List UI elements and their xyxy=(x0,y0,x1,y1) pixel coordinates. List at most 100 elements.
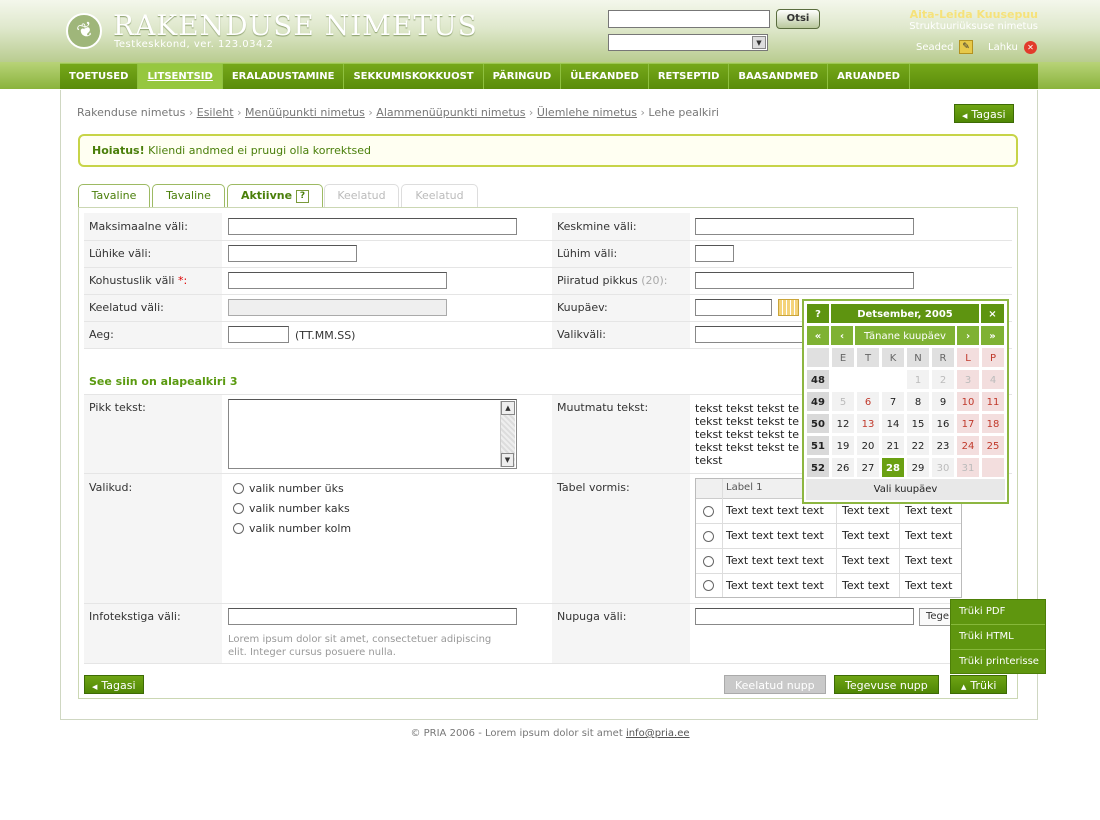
table-row-radio[interactable] xyxy=(703,531,714,542)
nav-item-ulekanded[interactable]: ÜLEKANDED xyxy=(561,64,649,89)
calendar-day[interactable]: 7 xyxy=(881,391,905,412)
select-field-input[interactable] xyxy=(695,326,805,343)
next-month-button[interactable]: › xyxy=(956,325,980,346)
scroll-down-icon[interactable]: ▼ xyxy=(501,453,514,467)
mid-field-input[interactable] xyxy=(695,218,914,235)
radio-option-3[interactable]: valik number kolm xyxy=(233,522,351,535)
calendar-day[interactable]: 28 xyxy=(881,457,905,478)
calendar-day[interactable]: 2 xyxy=(931,369,955,390)
nav-item-aruanded[interactable]: ARUANDED xyxy=(828,64,910,89)
calendar-day[interactable]: 29 xyxy=(906,457,930,478)
calendar-day[interactable]: 10 xyxy=(956,391,980,412)
calendar-help-button[interactable]: ? xyxy=(806,303,830,324)
table-header-label[interactable]: Label 1 xyxy=(722,477,763,499)
close-icon[interactable]: ✕ xyxy=(1024,41,1037,54)
field-action-button[interactable]: Tege xyxy=(919,608,953,626)
calendar-day[interactable]: 8 xyxy=(906,391,930,412)
search-input[interactable] xyxy=(608,10,770,28)
wrench-icon[interactable]: ✎ xyxy=(959,40,973,54)
nav-item-eraladustamine[interactable]: ERALADUSTAMINE xyxy=(223,64,345,89)
breadcrumb-link[interactable]: Esileht xyxy=(197,106,234,119)
info-field-input[interactable] xyxy=(228,608,517,625)
calendar-day[interactable]: 24 xyxy=(956,435,980,456)
radio-icon[interactable] xyxy=(233,523,244,534)
tab-tavaline-2[interactable]: Tavaline xyxy=(152,184,225,208)
header-select[interactable]: ▼ xyxy=(608,34,768,51)
calendar-day[interactable]: 3 xyxy=(956,369,980,390)
shortest-field-input[interactable] xyxy=(695,245,734,262)
limited-length-input[interactable] xyxy=(695,272,914,289)
logout-link[interactable]: Lahku xyxy=(988,42,1018,53)
print-pdf-item[interactable]: Trüki PDF xyxy=(951,600,1045,625)
nav-item-retseptid[interactable]: RETSEPTID xyxy=(649,64,730,89)
calendar-day[interactable]: 9 xyxy=(931,391,955,412)
calendar-day[interactable]: 14 xyxy=(881,413,905,434)
calendar-day[interactable]: 16 xyxy=(931,413,955,434)
footer-email-link[interactable]: info@pria.ee xyxy=(626,728,690,739)
calendar-day[interactable]: 27 xyxy=(856,457,880,478)
table-row-radio[interactable] xyxy=(703,580,714,591)
calendar-day[interactable]: 13 xyxy=(856,413,880,434)
print-printer-item[interactable]: Trüki printerisse xyxy=(951,650,1045,675)
prev-month-button[interactable]: ‹ xyxy=(830,325,854,346)
calendar-day[interactable]: 26 xyxy=(831,457,855,478)
next-year-button[interactable]: » xyxy=(980,325,1005,346)
calendar-day[interactable]: 4 xyxy=(981,369,1005,390)
nav-item-litsentsid[interactable]: LITSENTSID xyxy=(138,64,223,89)
calendar-icon[interactable] xyxy=(778,299,799,316)
radio-icon[interactable] xyxy=(233,483,244,494)
table-row-radio[interactable] xyxy=(703,506,714,517)
calendar-day[interactable]: 31 xyxy=(956,457,980,478)
date-input[interactable] xyxy=(695,299,772,316)
calendar-day[interactable]: 21 xyxy=(881,435,905,456)
nav-item-toetused[interactable]: TOETUSED xyxy=(60,64,139,89)
short-field-input[interactable] xyxy=(228,245,357,262)
nav-item-sekkumiskokkuost[interactable]: SEKKUMISKOKKUOST xyxy=(344,64,484,89)
tab-tavaline-1[interactable]: Tavaline xyxy=(78,184,150,208)
calendar-day[interactable]: 23 xyxy=(931,435,955,456)
print-html-item[interactable]: Trüki HTML xyxy=(951,625,1045,650)
calendar-day[interactable]: 30 xyxy=(931,457,955,478)
time-input[interactable] xyxy=(228,326,289,343)
calendar-day[interactable]: 25 xyxy=(981,435,1005,456)
scrollbar[interactable]: ▲ ▼ xyxy=(500,401,515,467)
calendar-day[interactable]: 22 xyxy=(906,435,930,456)
select-date-button[interactable]: Vali kuupäev xyxy=(806,479,1005,500)
button-field-input[interactable] xyxy=(695,608,914,625)
radio-option-2[interactable]: valik number kaks xyxy=(233,502,350,515)
breadcrumb-link[interactable]: Menüüpunkti nimetus xyxy=(245,106,365,119)
today-button[interactable]: Tänane kuupäev xyxy=(854,325,956,346)
settings-link[interactable]: Seaded xyxy=(916,42,953,53)
calendar-day[interactable]: 6 xyxy=(856,391,880,412)
radio-icon[interactable] xyxy=(233,503,244,514)
prev-year-button[interactable]: « xyxy=(806,325,830,346)
help-icon[interactable]: ? xyxy=(296,190,310,203)
max-field-input[interactable] xyxy=(228,218,517,235)
back-button-bottom[interactable]: ◀ Tagasi xyxy=(84,675,144,694)
breadcrumb-link[interactable]: Alammenüüpunkti nimetus xyxy=(376,106,525,119)
back-button-top[interactable]: ◀ Tagasi xyxy=(954,104,1014,123)
radio-option-1[interactable]: valik number üks xyxy=(233,482,344,495)
calendar-day[interactable]: 17 xyxy=(956,413,980,434)
table-row-radio[interactable] xyxy=(703,556,714,567)
nav-item-paringud[interactable]: PÄRINGUD xyxy=(484,64,562,89)
calendar-day[interactable]: 18 xyxy=(981,413,1005,434)
scroll-up-icon[interactable]: ▲ xyxy=(501,401,515,415)
calendar-day[interactable]: 5 xyxy=(831,391,855,412)
action-button[interactable]: Tegevuse nupp xyxy=(834,675,939,694)
calendar-day[interactable]: 19 xyxy=(831,435,855,456)
breadcrumb-link[interactable]: Ülemlehe nimetus xyxy=(537,106,637,119)
required-field-input[interactable] xyxy=(228,272,447,289)
chevron-down-icon[interactable]: ▼ xyxy=(752,36,766,49)
calendar-close-button[interactable]: × xyxy=(980,303,1005,324)
nav-item-baasandmed[interactable]: BAASANDMED xyxy=(729,64,829,89)
long-text-textarea[interactable]: ▲ ▼ xyxy=(228,399,517,469)
calendar-day[interactable]: 20 xyxy=(856,435,880,456)
search-button[interactable]: Otsi xyxy=(776,9,820,29)
calendar-day[interactable]: 12 xyxy=(831,413,855,434)
calendar-day[interactable]: 11 xyxy=(981,391,1005,412)
calendar-day[interactable]: 15 xyxy=(906,413,930,434)
tab-aktiivne[interactable]: Aktiivne? xyxy=(227,184,323,209)
calendar-day[interactable]: 1 xyxy=(906,369,930,390)
print-button[interactable]: ▲ Trüki xyxy=(950,675,1008,694)
